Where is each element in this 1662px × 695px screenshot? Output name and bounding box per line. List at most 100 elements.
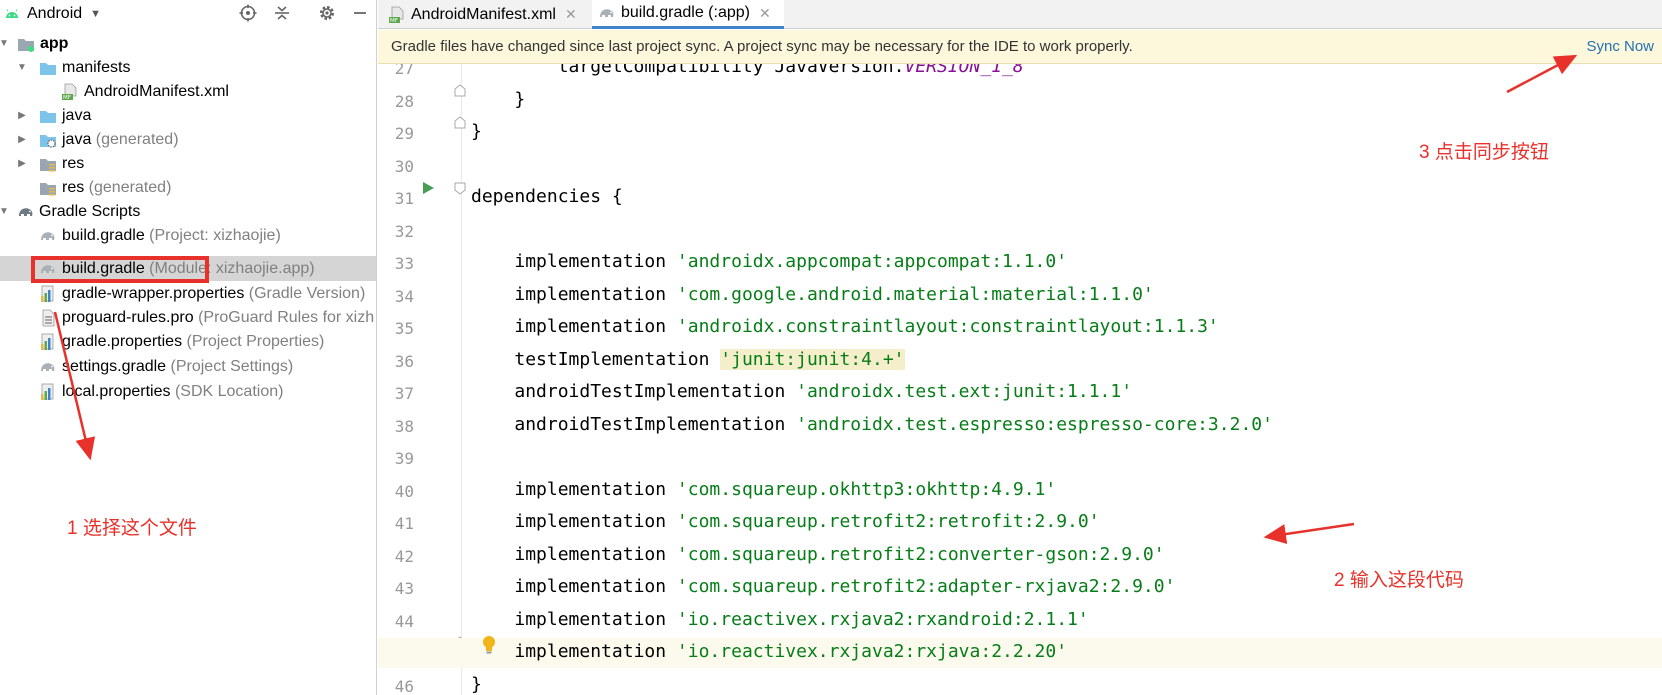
gradle-sync-banner: Gradle files have changed since last pro… <box>378 30 1662 64</box>
lightbulb-icon[interactable] <box>480 635 498 655</box>
editor-tab-bar: MF AndroidManifest.xml ✕ build.gradle (:… <box>378 0 1662 29</box>
close-icon[interactable]: ✕ <box>565 6 577 23</box>
tree-item-proguard[interactable]: proguard-rules.pro (ProGuard Rules for x… <box>0 305 376 330</box>
string-literal: 'io.reactivex.rxjava2:rxandroid:2.1.1' <box>676 608 1089 630</box>
line-number: 34 <box>394 286 414 306</box>
tree-item-res[interactable]: ▶ res <box>0 151 376 176</box>
tree-item-label: local.properties (SDK Location) <box>62 382 284 400</box>
chevron-down-icon[interactable]: ▼ <box>90 8 101 20</box>
gradle-elephant-icon <box>19 207 33 216</box>
constant-token: VERSION_1_8 <box>904 64 1024 77</box>
chevron-down-icon[interactable]: ▼ <box>0 38 10 49</box>
line-number: 39 <box>394 449 414 468</box>
sync-now-link[interactable]: Sync Now <box>1586 38 1654 55</box>
code-line[interactable]: implementation 'androidx.appcompat:appco… <box>471 251 1067 272</box>
code-line[interactable]: androidTestImplementation 'androidx.test… <box>471 414 1273 435</box>
properties-file-icon <box>41 383 54 400</box>
code-token: implementation <box>514 543 677 565</box>
code-line[interactable]: implementation 'com.squareup.retrofit2:a… <box>471 576 1175 597</box>
tab-build-gradle-app[interactable]: build.gradle (:app) ✕ <box>592 0 784 29</box>
run-gutter-icon[interactable] <box>421 181 435 195</box>
code-line[interactable]: } <box>471 674 482 695</box>
gear-icon[interactable] <box>317 4 337 24</box>
chevron-right-icon[interactable]: ▶ <box>16 134 28 145</box>
tree-item-build-gradle-module[interactable]: build.gradle (Module: xizhaojie.app) <box>0 256 376 281</box>
code-token: implementation <box>514 478 677 500</box>
code-line[interactable]: } <box>471 121 482 142</box>
code-line[interactable]: implementation 'com.google.android.mater… <box>471 283 1153 305</box>
code-line[interactable]: implementation 'io.reactivex.rxjava2:rxa… <box>471 608 1089 630</box>
tree-item-settings-gradle[interactable]: settings.gradle (Project Settings) <box>0 354 376 379</box>
gradle-elephant-icon <box>41 231 55 240</box>
close-icon[interactable]: ✕ <box>759 5 771 22</box>
code-line[interactable]: implementation 'com.squareup.okhttp3:okh… <box>471 479 1056 500</box>
string-literal: 'com.squareup.okhttp3:okhttp:4.9.1' <box>676 478 1057 500</box>
string-literal: 'androidx.appcompat:appcompat:1.1.0' <box>676 251 1068 272</box>
res-folder-icon <box>40 182 56 195</box>
line-number: 30 <box>394 156 414 176</box>
locate-file-icon[interactable] <box>238 4 258 24</box>
code-line[interactable]: implementation 'io.reactivex.rxjava2:rxj… <box>471 641 1067 662</box>
code-line[interactable]: androidTestImplementation 'androidx.test… <box>471 381 1132 402</box>
fold-marker-icon[interactable] <box>453 116 467 130</box>
code-line[interactable]: } <box>471 89 525 110</box>
tree-item-manifests[interactable]: ▼ manifests <box>0 55 376 80</box>
line-number: 36 <box>394 351 414 371</box>
fold-marker-icon[interactable] <box>453 84 467 98</box>
line-number: 43 <box>394 579 414 598</box>
line-number: 35 <box>394 319 414 338</box>
line-number: 31 <box>394 189 414 208</box>
project-tool-window: Android ▼ ▼ app ▼ manifests MF AndroidMa… <box>0 0 377 695</box>
chevron-right-icon[interactable]: ▶ <box>16 158 28 169</box>
code-token: implementation <box>514 283 677 305</box>
tree-item-java-generated[interactable]: ▶ java (generated) <box>0 127 376 152</box>
tree-item-label: java <box>62 106 92 124</box>
tree-item-local-properties[interactable]: local.properties (SDK Location) <box>0 379 376 404</box>
tab-android-manifest[interactable]: MF AndroidManifest.xml ✕ <box>388 0 588 29</box>
line-number: 29 <box>394 124 414 143</box>
module-folder-icon <box>18 38 34 52</box>
line-number: 37 <box>394 384 414 403</box>
tree-item-gradle-scripts[interactable]: ▼ Gradle Scripts <box>0 199 376 224</box>
code-line[interactable]: implementation 'com.squareup.retrofit2:r… <box>471 511 1099 532</box>
tree-item-label: AndroidManifest.xml <box>84 82 229 100</box>
tree-item-app[interactable]: ▼ app <box>0 31 376 56</box>
line-number: 40 <box>394 481 414 501</box>
generated-folder-icon <box>40 134 56 148</box>
code-line[interactable]: testImplementation 'junit:junit:4.+' <box>471 348 905 370</box>
chevron-right-icon[interactable]: ▶ <box>16 110 28 121</box>
code-line[interactable]: implementation 'com.squareup.retrofit2:c… <box>471 543 1164 565</box>
gradle-elephant-icon <box>600 9 614 17</box>
collapse-all-icon[interactable] <box>272 4 292 24</box>
tree-item-label: settings.gradle (Project Settings) <box>62 357 294 375</box>
code-line[interactable]: targetCompatibility JavaVersion.VERSION_… <box>471 64 1024 77</box>
properties-file-icon <box>41 285 54 302</box>
tree-item-build-gradle-project[interactable]: build.gradle (Project: xizhaojie) <box>0 223 376 248</box>
tree-item-label: res (generated) <box>62 178 172 196</box>
string-literal: 'com.squareup.retrofit2:adapter-rxjava2:… <box>676 576 1176 597</box>
code-editor[interactable]: 2728293031323334353637383940414243444546… <box>378 64 1662 695</box>
tree-item-androidmanifest[interactable]: MF AndroidManifest.xml <box>0 79 376 104</box>
minimize-icon[interactable] <box>350 4 370 24</box>
code-token: androidTestImplementation <box>514 413 797 435</box>
tab-label: AndroidManifest.xml <box>411 5 556 23</box>
project-view-selector[interactable]: Android <box>27 5 82 23</box>
banner-message: Gradle files have changed since last pro… <box>391 38 1133 55</box>
code-token: } <box>471 121 482 142</box>
chevron-down-icon[interactable]: ▼ <box>0 206 10 217</box>
tree-item-java[interactable]: ▶ java <box>0 103 376 128</box>
code-line[interactable]: implementation 'androidx.constraintlayou… <box>471 316 1218 337</box>
code-line[interactable]: dependencies { <box>471 186 623 207</box>
fold-marker-icon[interactable] <box>453 181 467 195</box>
tree-item-gradle-properties[interactable]: gradle.properties (Project Properties) <box>0 329 376 354</box>
tree-item-res-generated[interactable]: res (generated) <box>0 175 376 200</box>
tree-item-gradle-wrapper[interactable]: gradle-wrapper.properties (Gradle Versio… <box>0 281 376 306</box>
line-number: 41 <box>394 514 414 533</box>
tree-item-label: build.gradle (Project: xizhaojie) <box>62 226 281 244</box>
chevron-down-icon[interactable]: ▼ <box>16 62 28 73</box>
